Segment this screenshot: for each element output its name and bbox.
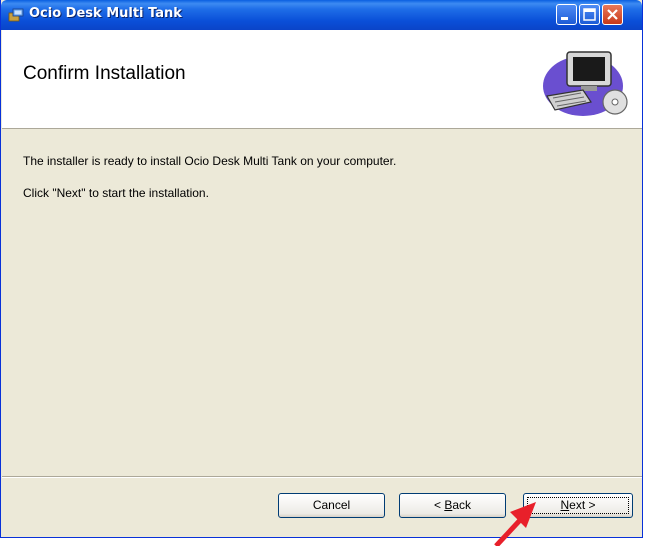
window-title: Ocio Desk Multi Tank (29, 6, 182, 21)
maximize-button[interactable] (579, 4, 600, 25)
close-icon (607, 9, 618, 20)
minimize-icon (561, 17, 568, 20)
dialog-header: Confirm Installation (2, 30, 642, 129)
minimize-button[interactable] (556, 4, 577, 25)
back-label-rest: ack (452, 498, 472, 512)
close-button[interactable] (602, 4, 623, 25)
computer-installer-icon (543, 51, 628, 116)
pointer-arrow-icon (494, 502, 536, 546)
cancel-button[interactable]: Cancel (278, 493, 385, 518)
cancel-label: Cancel (312, 498, 351, 512)
maximize-icon (583, 8, 596, 21)
next-label-mnemonic: N (560, 498, 570, 512)
title-bar[interactable]: Ocio Desk Multi Tank (1, 0, 642, 30)
instruction-message: Click "Next" to start the installation. (23, 186, 209, 200)
installer-app-icon (8, 8, 24, 22)
ready-message: The installer is ready to install Ocio D… (23, 154, 397, 168)
page-title: Confirm Installation (23, 63, 186, 84)
footer-divider (2, 476, 642, 478)
next-label-rest: ext > (569, 498, 596, 512)
installer-window: Ocio Desk Multi Tank Confirm Installatio… (0, 0, 643, 538)
back-label-prefix: < (433, 498, 445, 512)
